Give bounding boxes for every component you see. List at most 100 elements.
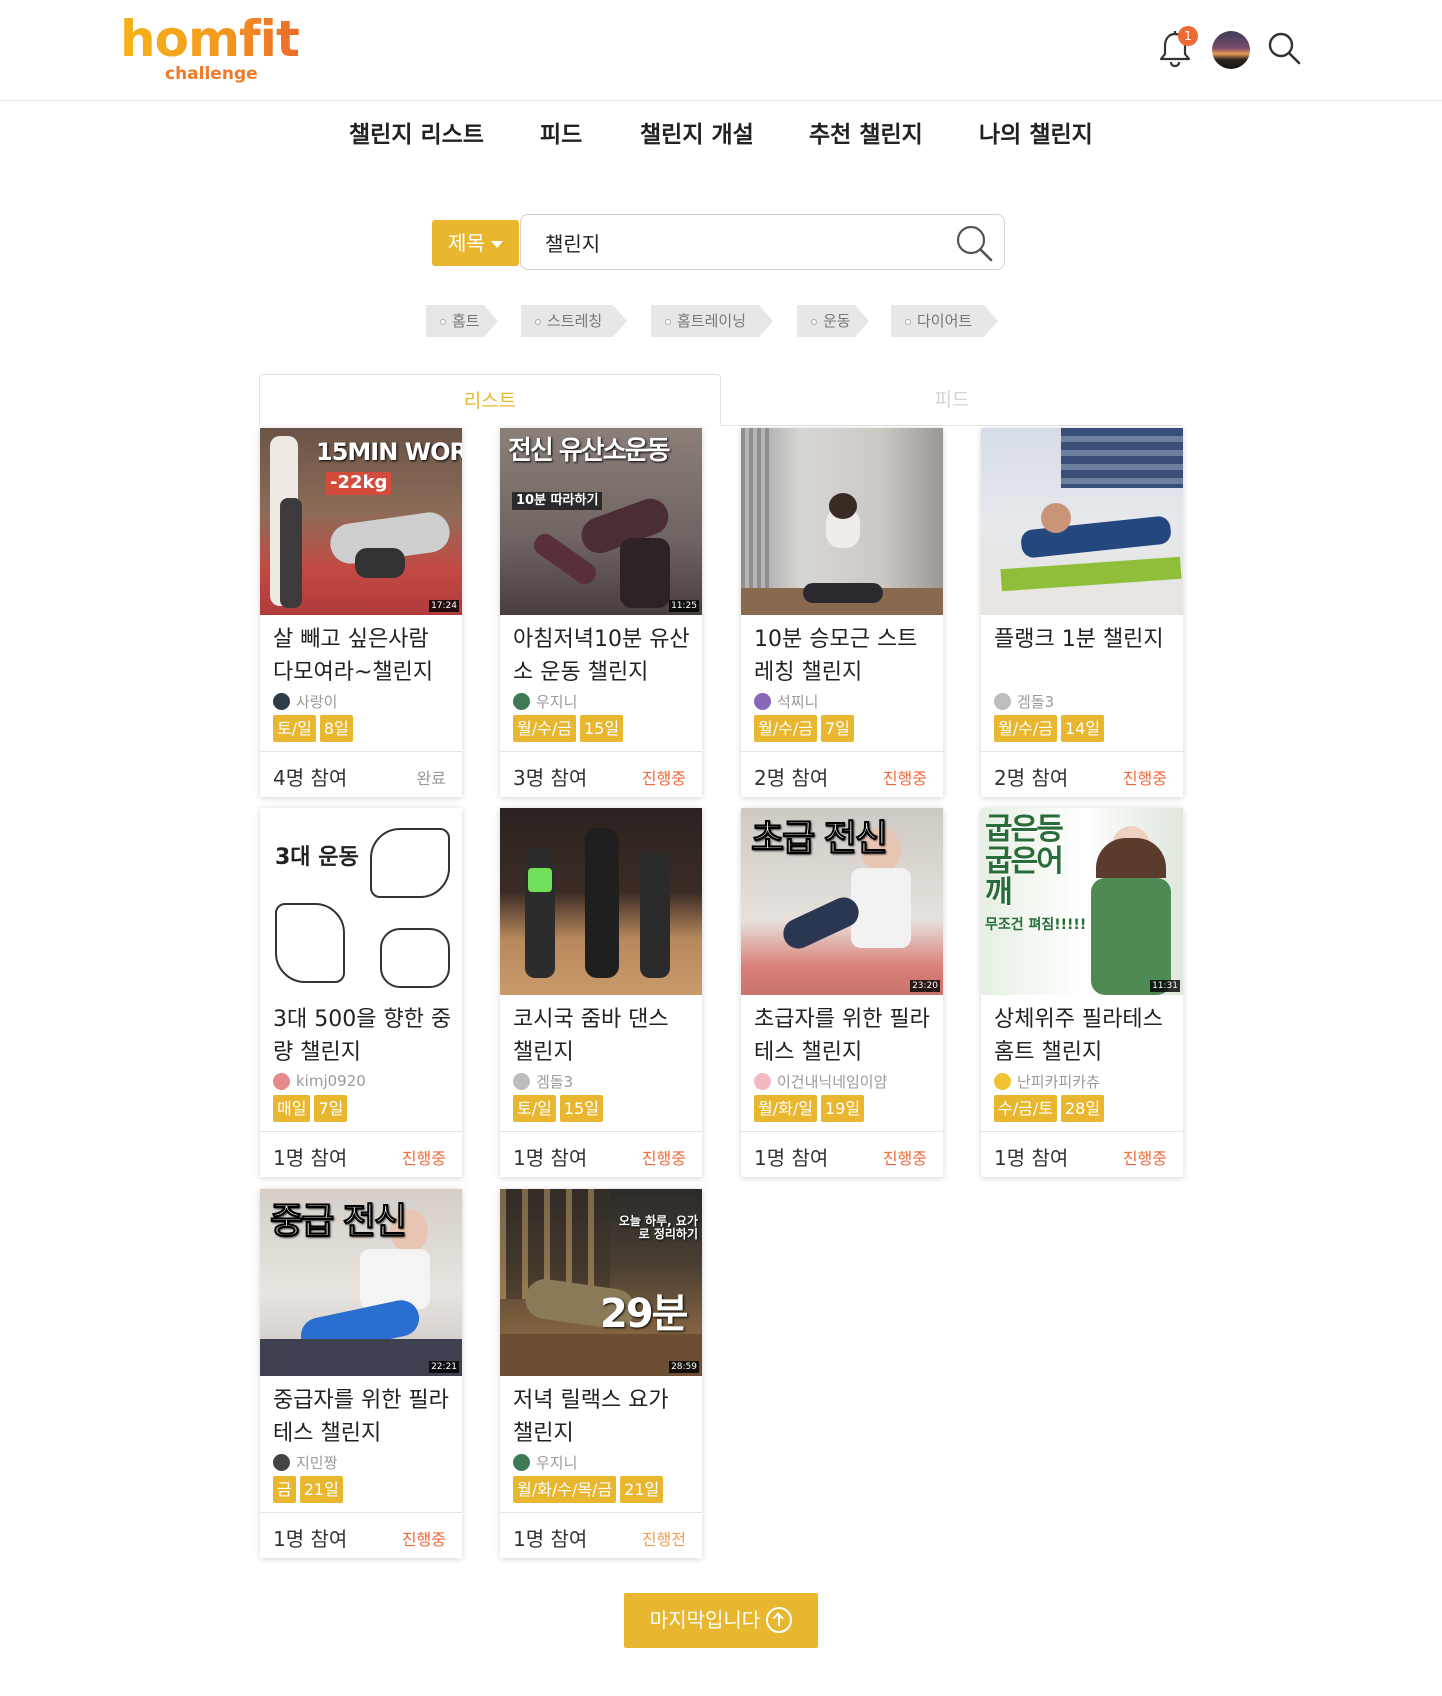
challenge-author: 겜돌3 bbox=[994, 691, 1054, 711]
challenge-author: 겜돌3 bbox=[513, 1071, 573, 1091]
challenge-schedule: 월/화/수/목/금 21일 bbox=[513, 1476, 664, 1503]
tag-item[interactable]: 다이어트 bbox=[891, 305, 998, 337]
challenge-thumbnail: 29분 오늘 하루, 요가로 정리하기 28:59 bbox=[500, 1189, 702, 1376]
search-field-dropdown[interactable]: 제목 bbox=[432, 220, 519, 266]
duration-chip: 15일 bbox=[579, 715, 624, 742]
challenge-card[interactable]: 29분 오늘 하루, 요가로 정리하기 28:59 저녁 릴랙스 요가 챌린지 … bbox=[500, 1189, 702, 1558]
tag-item[interactable]: 홈트레이닝 bbox=[651, 305, 773, 337]
author-avatar-icon bbox=[513, 1453, 530, 1471]
search-box bbox=[520, 214, 1005, 270]
end-of-list-label: 마지막입니다 bbox=[649, 1608, 761, 1632]
challenge-card[interactable]: 중급 전신 22:21 중급자를 위한 필라테스 챌린지 지민짱 금 21일 1… bbox=[260, 1189, 462, 1558]
logo-main-text: homfit bbox=[120, 10, 300, 68]
author-name: 이건내닉네임이얌 bbox=[777, 1072, 888, 1091]
notification-count-badge: 1 bbox=[1178, 26, 1198, 46]
user-avatar[interactable] bbox=[1212, 31, 1250, 69]
magnifier-icon bbox=[1268, 32, 1301, 65]
tag-item[interactable]: 홈트 bbox=[426, 305, 498, 337]
card-footer: 2명 참여 진행중 bbox=[981, 751, 1183, 797]
thumbnail-subtitle: 오늘 하루, 요가로 정리하기 bbox=[618, 1214, 698, 1241]
challenge-thumbnail: 3대 운동 bbox=[260, 808, 462, 995]
thumbnail-title: 중급 전신 bbox=[269, 1201, 407, 1242]
status-badge: 진행중 bbox=[641, 769, 686, 788]
tag-label: 홈트레이닝 bbox=[677, 312, 747, 330]
challenge-author: kimj0920 bbox=[273, 1071, 366, 1091]
video-duration: 28:59 bbox=[669, 1361, 699, 1373]
days-chip: 월/수/금 bbox=[994, 715, 1057, 742]
author-avatar-icon bbox=[754, 1072, 771, 1090]
days-chip: 토/일 bbox=[513, 1095, 556, 1122]
challenge-schedule: 토/일 15일 bbox=[513, 1095, 603, 1122]
search-input[interactable] bbox=[545, 215, 925, 269]
tag-item[interactable]: 운동 bbox=[797, 305, 869, 337]
author-avatar-icon bbox=[273, 1453, 290, 1471]
view-tabs: 리스트 피드 bbox=[259, 374, 1183, 426]
header-search-icon[interactable] bbox=[1266, 30, 1302, 70]
author-avatar-icon bbox=[994, 1072, 1011, 1090]
challenge-card[interactable]: 10분 승모근 스트레칭 챌린지 석찌니 월/수/금 7일 2명 참여 진행중 bbox=[741, 428, 943, 797]
logo[interactable]: homfit challenge bbox=[120, 14, 300, 90]
duration-chip: 8일 bbox=[319, 715, 353, 742]
challenge-title: 플랭크 1분 챌린지 bbox=[994, 627, 1164, 652]
card-footer: 1명 참여 진행중 bbox=[500, 1131, 702, 1177]
duration-chip: 28일 bbox=[1060, 1095, 1105, 1122]
thumbnail-subtitle: 10분 따라하기 bbox=[512, 492, 603, 510]
status-badge: 진행전 bbox=[641, 1530, 686, 1549]
search-bar: 제목 bbox=[432, 214, 1005, 270]
end-of-list-button[interactable]: 마지막입니다 bbox=[624, 1593, 818, 1648]
author-avatar-icon bbox=[273, 1072, 290, 1090]
challenge-card[interactable]: 전신 유산소운동 10분 따라하기 11:25 아침저녁10분 유산소 운동 챌… bbox=[500, 428, 702, 797]
nav-feed[interactable]: 피드 bbox=[540, 115, 582, 149]
challenge-thumbnail bbox=[981, 428, 1183, 615]
duration-chip: 7일 bbox=[820, 715, 854, 742]
tag-dot-icon bbox=[905, 318, 911, 325]
logo-sub-text: challenge bbox=[165, 64, 258, 84]
challenge-card[interactable]: 초급 전신 23:20 초급자를 위한 필라테스 챌린지 이건내닉네임이얌 월/… bbox=[741, 808, 943, 1177]
tag-dot-icon bbox=[440, 318, 446, 325]
search-submit-icon[interactable] bbox=[954, 223, 994, 263]
notification-bell-icon[interactable]: 1 bbox=[1158, 26, 1198, 70]
tag-item[interactable]: 스트레칭 bbox=[521, 305, 627, 337]
tab-list[interactable]: 리스트 bbox=[259, 374, 721, 426]
thumbnail-subtitle: 무조건 펴짐!!!!! bbox=[985, 917, 1087, 933]
tag-label: 홈트 bbox=[452, 312, 480, 330]
header-icons: 1 bbox=[1158, 26, 1302, 72]
author-avatar-icon bbox=[994, 692, 1011, 710]
challenge-title: 초급자를 위한 필라테스 챌린지 bbox=[754, 1007, 930, 1065]
video-duration: 11:31 bbox=[1150, 980, 1180, 992]
author-name: 석찌니 bbox=[777, 692, 819, 711]
challenge-title: 10분 승모근 스트레칭 챌린지 bbox=[754, 627, 918, 685]
days-chip: 월/수/금 bbox=[513, 715, 576, 742]
nav-my-challenge[interactable]: 나의 챌린지 bbox=[979, 115, 1093, 149]
author-avatar-icon bbox=[273, 692, 290, 710]
card-footer: 1명 참여 진행전 bbox=[500, 1512, 702, 1558]
challenge-title: 상체위주 필라테스 홈트 챌린지 bbox=[994, 1007, 1163, 1065]
participant-count: 1명 참여 bbox=[513, 1146, 588, 1170]
tag-label: 다이어트 bbox=[917, 312, 973, 330]
challenge-card[interactable]: 굽은등 굽은어깨 무조건 펴짐!!!!! 11:31 상체위주 필라테스 홈트 … bbox=[981, 808, 1183, 1177]
author-name: 겜돌3 bbox=[536, 1072, 574, 1091]
status-badge: 진행중 bbox=[641, 1149, 686, 1168]
card-footer: 1명 참여 진행중 bbox=[260, 1131, 462, 1177]
card-footer: 1명 참여 진행중 bbox=[981, 1131, 1183, 1177]
challenge-card[interactable]: 15MIN WORKOUT -22kg 17:24 살 빼고 싶은사람 다모여라… bbox=[260, 428, 462, 797]
challenge-schedule: 월/수/금 15일 bbox=[513, 715, 624, 742]
challenge-title: 아침저녁10분 유산소 운동 챌린지 bbox=[513, 627, 690, 685]
caret-down-icon bbox=[490, 241, 503, 248]
nav-challenge-list[interactable]: 챌린지 리스트 bbox=[349, 115, 484, 149]
challenge-card[interactable]: 3대 운동 3대 500을 향한 중량 챌린지 kimj0920 매일 7일 1… bbox=[260, 808, 462, 1177]
challenge-card[interactable]: 코시국 줌바 댄스 챌린지 겜돌3 토/일 15일 1명 참여 진행중 bbox=[500, 808, 702, 1177]
challenge-author: 이건내닉네임이얌 bbox=[754, 1071, 887, 1091]
challenge-card[interactable]: 플랭크 1분 챌린지 겜돌3 월/수/금 14일 2명 참여 진행중 bbox=[981, 428, 1183, 797]
nav-recommended-challenge[interactable]: 추천 챌린지 bbox=[809, 115, 923, 149]
author-name: kimj0920 bbox=[296, 1072, 366, 1090]
days-chip: 월/화/수/목/금 bbox=[513, 1476, 617, 1503]
duration-chip: 14일 bbox=[1060, 715, 1105, 742]
tab-feed[interactable]: 피드 bbox=[721, 374, 1183, 426]
nav-open-challenge[interactable]: 챌린지 개설 bbox=[640, 115, 754, 149]
search-field-label: 제목 bbox=[448, 231, 485, 255]
participant-count: 3명 참여 bbox=[513, 766, 588, 790]
duration-chip: 21일 bbox=[620, 1476, 664, 1503]
author-avatar-icon bbox=[513, 1072, 530, 1090]
thumbnail-title: 3대 운동 bbox=[275, 845, 359, 870]
